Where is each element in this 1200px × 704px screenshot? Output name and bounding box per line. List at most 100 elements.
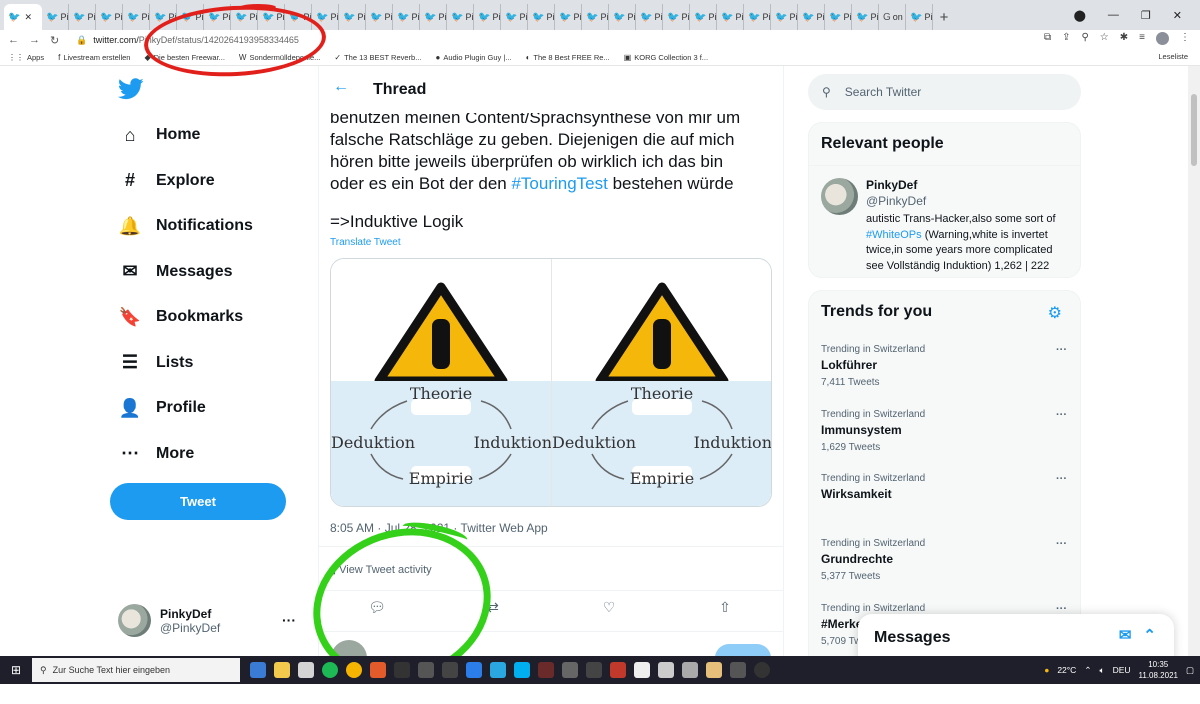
translate-icon[interactable]: ⧉ bbox=[1044, 32, 1051, 45]
reload-icon[interactable]: ↻ bbox=[50, 34, 59, 47]
browser-tab[interactable]: 🐦Pir bbox=[447, 4, 474, 30]
browser-tab-active[interactable]: 🐦 ✕ bbox=[4, 4, 42, 30]
terminal-icon[interactable] bbox=[730, 662, 746, 678]
scrollbar-thumb[interactable] bbox=[1191, 94, 1197, 166]
extensions-icon[interactable]: ✱ bbox=[1120, 32, 1128, 45]
tweet-media[interactable]: Theorie Deduktion Induktion Empirie Theo… bbox=[330, 258, 772, 507]
browser-tab[interactable]: 🐦Pir bbox=[825, 4, 852, 30]
browser-tab[interactable]: 🐦Pir bbox=[69, 4, 96, 30]
browser-tab[interactable]: 🐦Pir bbox=[555, 4, 582, 30]
bookmark-item[interactable]: ⋮⋮ Apps bbox=[8, 53, 44, 62]
close-tab-icon[interactable]: ✕ bbox=[24, 12, 32, 23]
windows-start-icon[interactable]: ⊞ bbox=[0, 663, 32, 677]
trend-item[interactable]: Trending in Switzerland Grundrechte 5,377 … bbox=[821, 538, 1071, 582]
app-icon[interactable] bbox=[394, 662, 410, 678]
app-icon[interactable] bbox=[754, 662, 770, 678]
media-image-right[interactable]: Theorie Deduktion Induktion Empirie bbox=[551, 259, 771, 506]
bookmark-item[interactable]: ✓ The 13 BEST Reverb... bbox=[334, 53, 421, 62]
bookmark-item[interactable]: ▣ KORG Collection 3 f... bbox=[624, 53, 708, 62]
browser-tab[interactable]: 🐦Pir bbox=[798, 4, 825, 30]
trend-item[interactable]: Trending in Switzerland Immunsystem 1,629 … bbox=[821, 409, 1071, 453]
search-input[interactable]: ⚲ Search Twitter bbox=[808, 74, 1081, 110]
zoom-icon[interactable]: ⚲ bbox=[1081, 32, 1088, 45]
browser-tab[interactable]: 🐦Pir bbox=[771, 4, 798, 30]
app-icon[interactable] bbox=[706, 662, 722, 678]
more-dots-icon[interactable]: ··· bbox=[282, 612, 296, 628]
browser-tab[interactable]: 🐦Pir bbox=[528, 4, 555, 30]
back-arrow-icon[interactable]: ← bbox=[8, 34, 19, 47]
more-dots-icon[interactable]: ··· bbox=[1056, 538, 1067, 550]
more-dots-icon[interactable]: ··· bbox=[1056, 473, 1067, 485]
trend-item[interactable]: Trending in Switzerland Wirksamkeit ··· bbox=[821, 473, 1071, 501]
taskbar-search-input[interactable]: ⚲ Zur Suche Text hier eingeben bbox=[32, 658, 240, 682]
back-arrow-icon[interactable]: ← bbox=[333, 78, 349, 96]
minimize-icon[interactable]: — bbox=[1108, 9, 1119, 21]
language-indicator[interactable]: DEU bbox=[1113, 665, 1131, 675]
notification-icon[interactable]: ▢ bbox=[1186, 665, 1194, 676]
browser-tab[interactable]: 🐦Pir bbox=[123, 4, 150, 30]
clock[interactable]: 10:35 11.08.2021 bbox=[1139, 659, 1178, 681]
chrome-icon[interactable] bbox=[346, 662, 362, 678]
browser-tab[interactable]: 🐦Pir bbox=[501, 4, 528, 30]
browser-tab[interactable]: 🐦Pir bbox=[906, 4, 933, 30]
edge-icon[interactable] bbox=[250, 662, 266, 678]
browser-profile-avatar[interactable] bbox=[1156, 32, 1169, 45]
share-icon[interactable]: ⇪ bbox=[1062, 32, 1070, 45]
app-icon[interactable] bbox=[586, 662, 602, 678]
star-icon[interactable]: ☆ bbox=[1100, 32, 1109, 45]
translate-tweet-link[interactable]: Translate Tweet bbox=[330, 237, 401, 248]
nav-item-profile[interactable]: 👤 Profile bbox=[119, 398, 206, 418]
new-message-icon[interactable]: ✉ bbox=[1119, 626, 1132, 644]
gear-icon[interactable]: ⚙ bbox=[1048, 303, 1062, 323]
file-explorer-icon[interactable] bbox=[274, 662, 290, 678]
close-window-icon[interactable]: ✕ bbox=[1173, 9, 1182, 22]
browser-tab[interactable]: 🐦Pir bbox=[663, 4, 690, 30]
app-icon[interactable] bbox=[562, 662, 578, 678]
browser-tab[interactable]: 🐦Pir bbox=[717, 4, 744, 30]
new-tab-icon[interactable]: + bbox=[933, 4, 955, 30]
hashtag-link[interactable]: #WhiteOPs bbox=[866, 229, 922, 241]
reply-button[interactable] bbox=[715, 644, 771, 656]
share-icon[interactable]: ⇧ bbox=[667, 599, 783, 616]
scrollbar[interactable] bbox=[1188, 66, 1200, 656]
tweet-button[interactable]: Tweet bbox=[110, 483, 286, 520]
expand-icon[interactable]: ⌃ bbox=[1143, 626, 1156, 644]
twitter-logo-icon[interactable] bbox=[118, 78, 144, 100]
hashtag-link[interactable]: #TouringTest bbox=[511, 174, 607, 193]
more-dots-icon[interactable]: ··· bbox=[1056, 344, 1067, 356]
reading-list-icon[interactable]: ≡ bbox=[1139, 32, 1145, 45]
nav-item-bookmarks[interactable]: 🔖 Bookmarks bbox=[119, 307, 243, 327]
browser-tab[interactable]: 🐦Pir bbox=[42, 4, 69, 30]
profile-circle-icon[interactable]: ⬤ bbox=[1074, 9, 1086, 22]
reading-list-button[interactable]: Leseliste bbox=[1158, 52, 1188, 61]
messages-drawer[interactable]: Messages ✉ ⌃ bbox=[858, 614, 1174, 662]
app-icon[interactable] bbox=[466, 662, 482, 678]
skype-icon[interactable] bbox=[514, 662, 530, 678]
browser-tab[interactable]: 🐦Pir bbox=[96, 4, 123, 30]
app-icon[interactable] bbox=[418, 662, 434, 678]
app-icon[interactable] bbox=[538, 662, 554, 678]
account-switcher[interactable]: PinkyDef @PinkyDef ··· bbox=[118, 604, 296, 637]
browser-tab[interactable]: 🐦Pir bbox=[474, 4, 501, 30]
browser-tab[interactable]: 🐦Pir bbox=[582, 4, 609, 30]
browser-tab[interactable]: 🐦Pir bbox=[744, 4, 771, 30]
nav-item-lists[interactable]: ☰ Lists bbox=[120, 352, 193, 373]
browser-tab[interactable]: Gon bbox=[879, 4, 906, 30]
media-image-left[interactable]: Theorie Deduktion Induktion Empirie bbox=[331, 259, 552, 506]
browser-tab[interactable]: 🐦Pir bbox=[636, 4, 663, 30]
spotify-icon[interactable] bbox=[322, 662, 338, 678]
bookmark-item[interactable]: ● Audio Plugin Guy |... bbox=[435, 53, 511, 62]
browser-tab[interactable]: 🐦Pir bbox=[609, 4, 636, 30]
nav-item-more[interactable]: ⋯ More bbox=[120, 443, 194, 464]
app-icon[interactable] bbox=[610, 662, 626, 678]
person-row[interactable]: PinkyDef @PinkyDef autistic Trans-Hacker… bbox=[809, 165, 1080, 274]
like-icon[interactable]: ♡ bbox=[551, 599, 667, 616]
store-icon[interactable] bbox=[298, 662, 314, 678]
app-icon[interactable] bbox=[634, 662, 650, 678]
nav-item-home[interactable]: ⌂ Home bbox=[120, 125, 201, 145]
bookmark-item[interactable]: ◐ The 8 Best FREE Re... bbox=[526, 53, 610, 62]
nav-item-notifications[interactable]: 🔔 Notifications bbox=[119, 216, 253, 236]
volume-icon[interactable]: 🔈︎ bbox=[1099, 665, 1104, 676]
more-dots-icon[interactable]: ··· bbox=[1056, 603, 1067, 615]
nav-item-messages[interactable]: ✉ Messages bbox=[120, 261, 232, 282]
